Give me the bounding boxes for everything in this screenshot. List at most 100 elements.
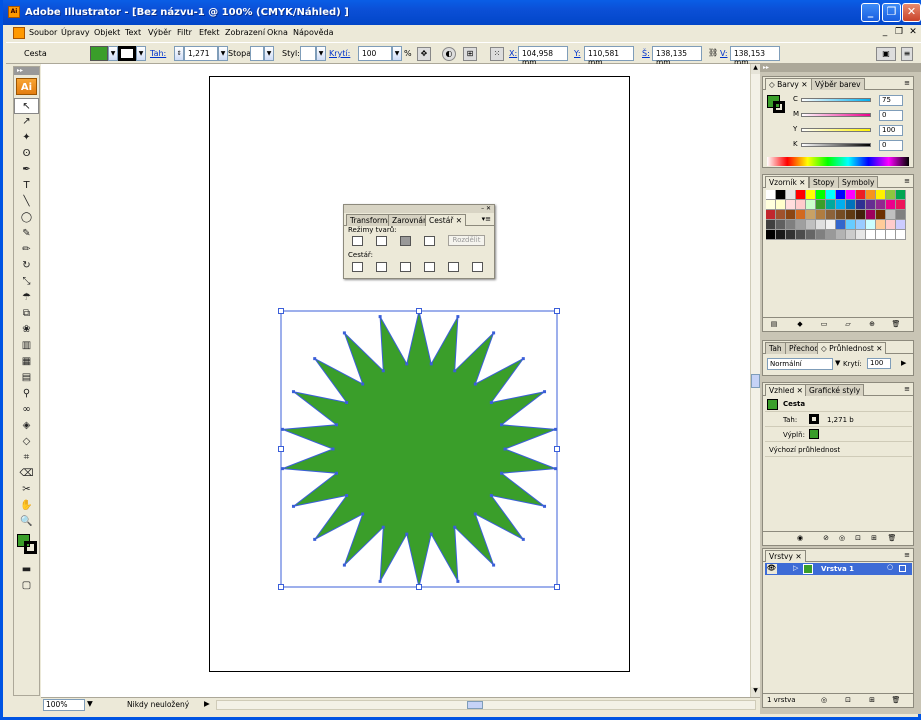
warp-tool[interactable]: ☂ [14,290,39,306]
tab-pathfinder[interactable]: Cestář ✕ [425,214,467,226]
swatch[interactable] [826,230,836,240]
swatch[interactable] [856,200,866,210]
swatch[interactable] [886,190,896,200]
swatch[interactable] [806,220,816,230]
swatch[interactable] [766,230,776,240]
w-field[interactable]: 138,135 mm [652,46,702,67]
swatch[interactable] [896,220,906,230]
swatch[interactable] [846,200,856,210]
gradient-tool[interactable]: ▤ [14,370,39,386]
styl-field[interactable] [300,46,316,61]
selection-tool[interactable]: ↖ [14,98,39,114]
stroke-weight-dropdown[interactable]: ▼ [218,46,228,61]
live-paint-tool[interactable]: ◈ [14,418,39,434]
new-sublayer-icon[interactable]: ⊡ [843,696,853,705]
menu-objekt[interactable]: Objekt [94,28,120,37]
appearance-fill-row[interactable]: Výplň: [765,428,912,442]
pencil-tool[interactable]: ✏ [14,242,39,258]
intersect-icon[interactable] [400,236,411,246]
fill-dropdown[interactable]: ▼ [108,46,118,61]
slice-tool[interactable]: ⌗ [14,450,39,466]
swatch[interactable] [796,200,806,210]
anchor-point[interactable] [342,563,346,567]
anchor-point[interactable] [361,512,365,516]
document-icon[interactable] [13,27,25,39]
anchor-point[interactable] [492,563,496,567]
swatch[interactable] [856,230,866,240]
stroke-weight-field[interactable]: 1,271 [184,46,218,61]
anchor-point[interactable] [381,369,385,373]
anchor-point[interactable] [521,357,525,361]
tab-swatches[interactable]: Vzorník ✕ [765,176,810,188]
trim-icon[interactable] [376,262,387,272]
anchor-point[interactable] [345,493,349,497]
recolor-icon[interactable]: ✥ [417,47,431,61]
swatch[interactable] [796,230,806,240]
resize-handle[interactable] [554,446,560,452]
swatch[interactable] [886,220,896,230]
swatch[interactable] [806,210,816,220]
minus-front-icon[interactable] [376,236,387,246]
h-label[interactable]: V: [720,49,728,58]
swatch[interactable] [766,190,776,200]
swatch[interactable] [856,220,866,230]
stopa-field[interactable] [250,46,264,61]
channel-slider-c[interactable] [801,98,871,102]
merge-icon[interactable] [400,262,411,272]
layer-target-icon[interactable]: ○ [887,563,893,571]
free-transform-tool[interactable]: ⧉ [14,306,39,322]
zoom-field[interactable]: 100% [43,699,85,711]
panel-menu-icon[interactable]: ≡ [904,177,910,185]
swatch[interactable] [766,220,776,230]
dock-grip[interactable]: ▸▸ [760,64,921,72]
swatch[interactable] [876,190,886,200]
layer-visibility-icon[interactable]: 👁 [767,564,777,574]
anchor-point[interactable] [331,447,335,451]
swatch[interactable] [876,210,886,220]
anchor-point[interactable] [334,471,338,475]
transparency-opacity-dropdown[interactable]: ▶ [901,359,906,367]
panel-title-bar[interactable]: – ✕ [344,205,494,213]
ellipse-tool[interactable]: ◯ [14,210,39,226]
stroke-weight-stepper[interactable]: ⇕ [174,46,184,61]
appearance-opacity-row[interactable]: Výchozí průhlednost [765,443,912,457]
swatch[interactable] [796,220,806,230]
anchor-point[interactable] [313,537,317,541]
menu-vyber[interactable]: Výběr [148,28,171,37]
document-setup-icon[interactable]: ▣ [876,47,896,61]
star-shape[interactable] [282,310,556,588]
panel-menu-icon[interactable]: ≡ [904,79,910,87]
swatch[interactable] [866,210,876,220]
swatch[interactable] [826,210,836,220]
clear-appearance-icon[interactable]: ⊘ [821,534,831,543]
appearance-object-row[interactable]: Cesta [765,398,912,412]
swatch[interactable] [846,210,856,220]
new-item-icon[interactable]: ⊞ [869,534,879,543]
anchor-point[interactable] [543,390,547,394]
anchor-point[interactable] [453,369,457,373]
doc-restore-button[interactable]: ❐ [893,27,905,39]
swatch[interactable] [876,200,886,210]
appearance-stroke-row[interactable]: Tah: 1,271 b [765,413,912,427]
swatch[interactable] [786,190,796,200]
x-field[interactable]: 104,958 mm [518,46,568,67]
swatch[interactable] [786,200,796,210]
mesh-tool[interactable]: ▦ [14,354,39,370]
channel-value-c[interactable]: 75 [879,95,903,106]
graph-tool[interactable]: ▥ [14,338,39,354]
outline-icon[interactable] [448,262,459,272]
paintbrush-tool[interactable]: ✎ [14,226,39,242]
color-mode-icon[interactable]: ▬ [14,562,39,578]
swatch[interactable] [796,190,806,200]
tab-layers[interactable]: Vrstvy ✕ [765,550,806,562]
crop-icon[interactable] [424,262,435,272]
show-kinds-icon[interactable]: ◆ [795,320,805,329]
menu-efekt[interactable]: Efekt [199,28,220,37]
reference-point-icon[interactable]: ⁙ [490,47,504,61]
doc-minimize-button[interactable]: _ [879,27,891,39]
delete-layer-icon[interactable]: 🗑 [891,696,901,705]
swatch[interactable] [826,200,836,210]
anchor-point[interactable] [521,537,525,541]
stroke-proxy[interactable] [24,541,37,554]
swatch[interactable] [766,210,776,220]
